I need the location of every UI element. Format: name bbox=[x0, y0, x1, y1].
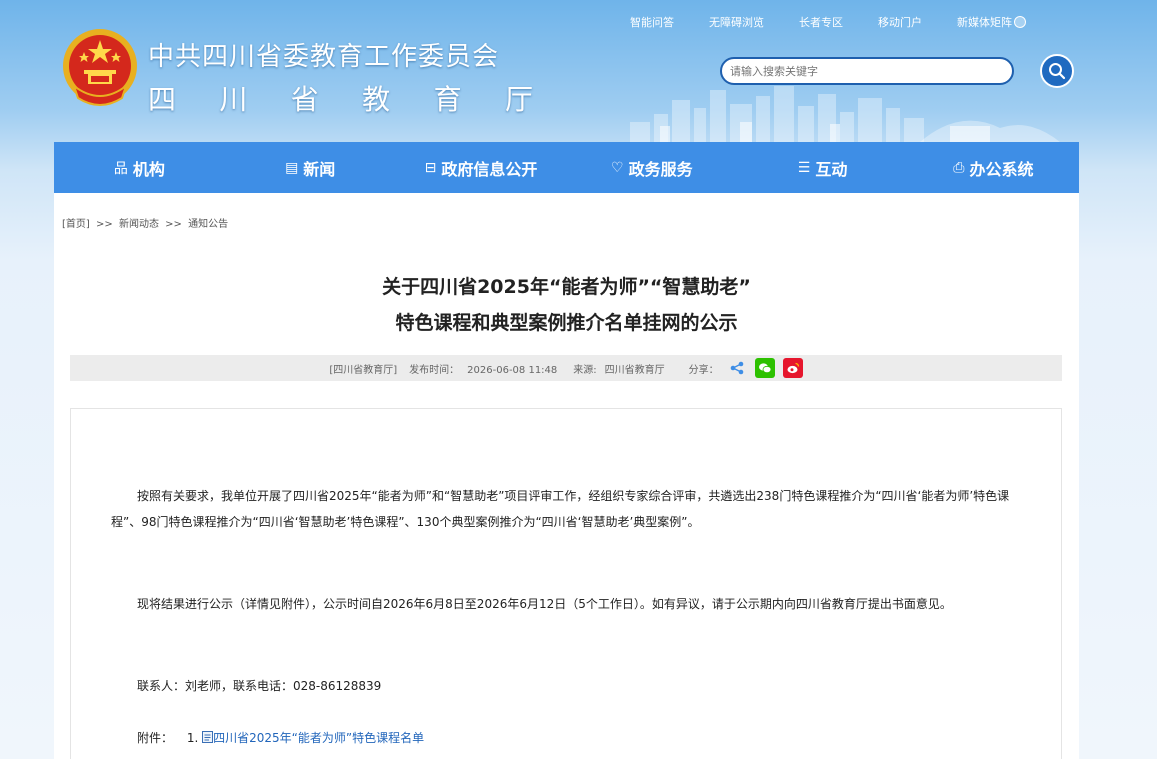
toplink-ai-qa[interactable]: 智能问答 bbox=[630, 14, 674, 30]
nav-label: 政府信息公开 bbox=[441, 159, 538, 179]
site-title-line1: 中共四川省委教育工作委员会 bbox=[148, 42, 500, 72]
nav-label: 办公系统 bbox=[969, 159, 1034, 179]
site-title-char: 教 bbox=[362, 83, 391, 116]
attachment-index: 1. bbox=[186, 731, 199, 745]
nav-item-interaction[interactable]: ☰ 互动 bbox=[737, 142, 908, 193]
site-title-char: 川 bbox=[219, 83, 248, 116]
breadcrumb-news[interactable]: 新闻动态 bbox=[119, 219, 159, 230]
nav-label: 机构 bbox=[132, 159, 165, 179]
toplink-mobile-portal[interactable]: 移动门户 bbox=[878, 14, 922, 30]
article-title: 关于四川省2025年“能者为师”“智慧助老” 特色课程和典型案例推介名单挂网的公… bbox=[54, 269, 1079, 341]
origin-value: 四川省教育厅 bbox=[604, 364, 665, 376]
content-panel: [首页] >> 新闻动态 >> 通知公告 关于四川省2025年“能者为师”“智慧… bbox=[54, 193, 1079, 759]
breadcrumb-separator: >> bbox=[165, 219, 182, 230]
attachment-label: 附件： bbox=[137, 731, 174, 745]
top-links: 智能问答 无障碍浏览 长者专区 移动门户 新媒体矩阵 bbox=[630, 14, 1026, 30]
toplink-accessibility[interactable]: 无障碍浏览 bbox=[709, 14, 764, 30]
breadcrumb-separator: >> bbox=[96, 219, 113, 230]
site-title-char: 四 bbox=[148, 83, 177, 116]
search-icon bbox=[1049, 63, 1066, 80]
site-title-char: 省 bbox=[290, 83, 319, 116]
paragraph-text: 按照有关要求，我单位开展了四川省2025年“能者为师”和“智慧助老”项目评审工作… bbox=[111, 489, 1010, 529]
nav-item-services[interactable]: ♡ 政务服务 bbox=[566, 142, 737, 193]
new-media-circle-icon bbox=[1014, 16, 1026, 28]
publish-info: 发布时间： 2026-06-08 11:48 bbox=[405, 361, 561, 376]
breadcrumb-notices[interactable]: 通知公告 bbox=[188, 219, 228, 230]
toplink-new-media-label: 新媒体矩阵 bbox=[957, 16, 1012, 29]
document-icon bbox=[202, 731, 214, 743]
contact-text: 联系人：刘老师，联系电话：028-86128839 bbox=[137, 679, 382, 693]
breadcrumb: [首页] >> 新闻动态 >> 通知公告 bbox=[62, 215, 228, 230]
site-title-char: 厅 bbox=[504, 83, 533, 116]
article-meta-bar: [四川省教育厅] 发布时间： 2026-06-08 11:48 来源: 四川省教育厅… bbox=[70, 355, 1062, 381]
nav-item-gov-info[interactable]: ⊟ 政府信息公开 bbox=[396, 142, 567, 193]
city-skyline-graphic bbox=[630, 86, 1060, 142]
origin-info: 来源: 四川省教育厅 bbox=[569, 361, 668, 376]
chat-icon: ☰ bbox=[797, 159, 811, 176]
main-nav: 品机构 ▤ 新闻 ⊟ 政府信息公开 ♡ 政务服务 ☰ 互动 ⎙ 办公系统 bbox=[54, 142, 1079, 193]
article-content: 按照有关要求，我单位开展了四川省2025年“能者为师”和“智慧助老”项目评审工作… bbox=[70, 408, 1062, 759]
nav-item-office[interactable]: ⎙ 办公系统 bbox=[908, 142, 1079, 193]
nav-item-news[interactable]: ▤ 新闻 bbox=[225, 142, 396, 193]
article-title-line2: 特色课程和典型案例推介名单挂网的公示 bbox=[395, 312, 738, 334]
nav-label: 新闻 bbox=[303, 159, 336, 179]
wechat-icon bbox=[758, 363, 772, 374]
org-chart-icon: 品 bbox=[113, 160, 128, 177]
article-paragraph-2: 现将结果进行公示（详情见附件），公示时间自2026年6月8日至2026年6月12… bbox=[111, 591, 1031, 617]
heart-hands-icon: ♡ bbox=[611, 159, 624, 176]
share-nodes-icon bbox=[730, 361, 743, 375]
toplink-new-media[interactable]: 新媒体矩阵 bbox=[957, 14, 1026, 30]
site-header: 中共四川省委教育工作委员会 四 川 省 教 育 厅 智能问答 无障碍浏览 长者专… bbox=[0, 0, 1157, 142]
article-title-line1: 关于四川省2025年“能者为师”“智慧助老” bbox=[382, 276, 751, 298]
site-title-line2: 四 川 省 教 育 厅 bbox=[148, 78, 533, 118]
toplink-elder-zone[interactable]: 长者专区 bbox=[799, 14, 843, 30]
site-title-char: 育 bbox=[433, 83, 462, 116]
nav-label: 互动 bbox=[815, 159, 848, 179]
article-paragraph-1: 按照有关要求，我单位开展了四川省2025年“能者为师”和“智慧助老”项目评审工作… bbox=[111, 483, 1031, 535]
publish-time: 2026-06-08 11:48 bbox=[467, 364, 558, 376]
folder-icon: ⊟ bbox=[424, 159, 437, 176]
publish-label: 发布时间： bbox=[409, 364, 460, 376]
breadcrumb-home[interactable]: [首页] bbox=[62, 219, 90, 230]
paragraph-text: 现将结果进行公示（详情见附件），公示时间自2026年6月8日至2026年6月12… bbox=[137, 597, 952, 611]
printer-icon: ⎙ bbox=[953, 159, 965, 176]
news-icon: ▤ bbox=[285, 159, 299, 176]
origin-label: 来源: bbox=[573, 364, 597, 376]
attachment-line: 附件： 1. 四川省2025年“能者为师”特色课程名单 bbox=[111, 725, 1031, 751]
search-button[interactable] bbox=[1040, 54, 1074, 88]
search-input[interactable] bbox=[720, 57, 1014, 85]
weibo-share-button[interactable] bbox=[782, 358, 803, 378]
national-emblem-icon bbox=[63, 29, 137, 106]
wechat-share-button[interactable] bbox=[754, 358, 775, 378]
attachment-link[interactable]: 四川省2025年“能者为师”特色课程名单 bbox=[213, 731, 424, 745]
source-tag: [四川省教育厅] bbox=[329, 364, 398, 376]
weibo-icon bbox=[787, 362, 799, 374]
contact-line: 联系人：刘老师，联系电话：028-86128839 bbox=[111, 673, 1031, 699]
nav-item-organization[interactable]: 品机构 bbox=[54, 142, 225, 193]
share-icon[interactable] bbox=[727, 358, 747, 378]
share-label: 分享： bbox=[688, 364, 719, 376]
nav-label: 政务服务 bbox=[628, 159, 693, 179]
